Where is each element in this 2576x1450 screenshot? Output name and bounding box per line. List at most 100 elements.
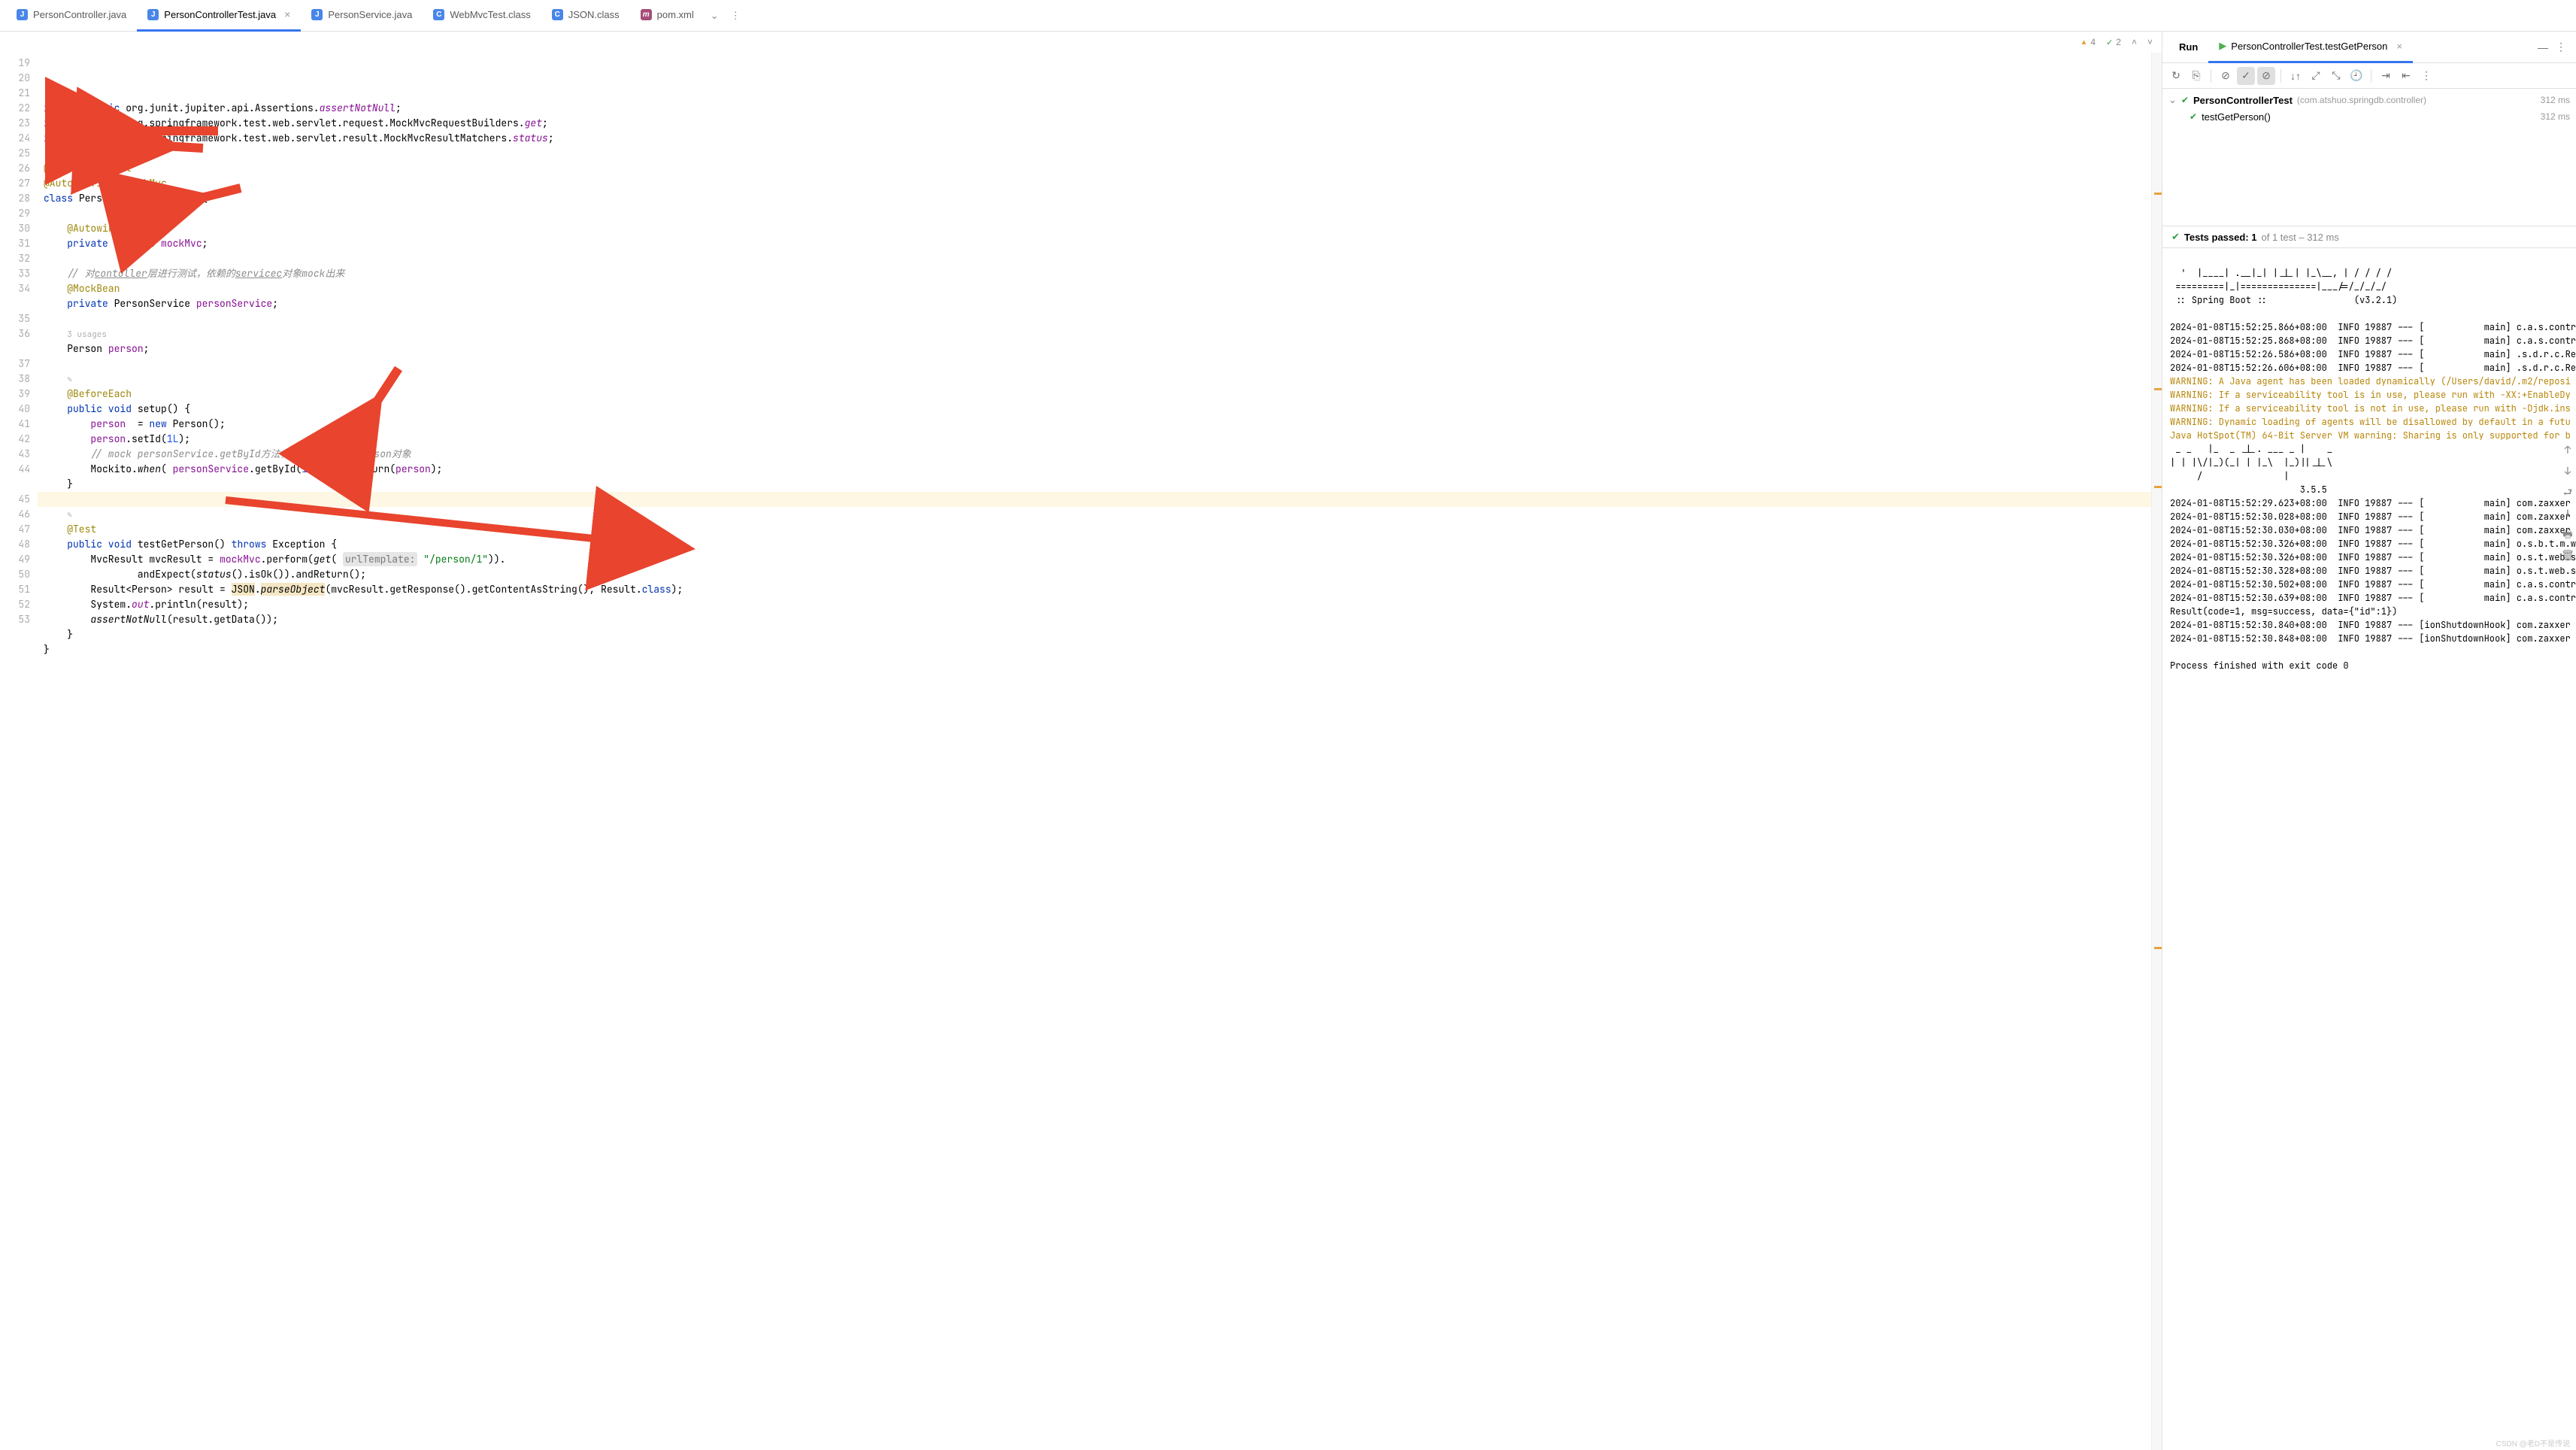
console-side-toolbar: ↑ ↓ ⮐ ⭳ 🖶 🗑 bbox=[2559, 444, 2576, 563]
show-passed-icon[interactable]: ⊘ bbox=[2217, 67, 2235, 85]
file-icon bbox=[147, 9, 159, 20]
code-line[interactable] bbox=[38, 492, 2151, 507]
code-line[interactable]: Result<Person> result = JSON.parseObject… bbox=[38, 582, 2151, 597]
tabs-more-icon[interactable]: ⋮ bbox=[725, 10, 747, 22]
test-status-bar: ✔ Tests passed: 1 of 1 test – 312 ms bbox=[2162, 226, 2576, 248]
watermark: CSDN @老D不是传说 bbox=[2496, 1437, 2571, 1448]
settings-icon[interactable]: ⋮ bbox=[2417, 67, 2435, 85]
show-ignored-icon[interactable]: ⊘ bbox=[2257, 67, 2275, 85]
file-tab[interactable]: PersonController.java bbox=[6, 0, 137, 32]
pass-icon: ✔ bbox=[2171, 231, 2180, 243]
file-tab[interactable]: PersonService.java bbox=[301, 0, 423, 32]
minimize-icon[interactable]: — bbox=[2534, 38, 2552, 56]
code-line[interactable]: @MockBean bbox=[38, 281, 2151, 296]
code-line[interactable]: public void setup() { bbox=[38, 402, 2151, 417]
collapse-all-icon[interactable]: ⤡ bbox=[2327, 67, 2345, 85]
tabs-dropdown-icon[interactable]: ⌄ bbox=[705, 10, 725, 22]
code-line[interactable]: import static org.junit.jupiter.api.Asse… bbox=[38, 101, 2151, 116]
file-tab[interactable]: pom.xml bbox=[630, 0, 705, 32]
code-line[interactable]: @BeforeEach bbox=[38, 387, 2151, 402]
editor-pane: 4 2 ˄ ˅ 192021222324▶2526272829303132333… bbox=[0, 32, 2162, 1450]
file-tab[interactable]: JSON.class bbox=[541, 0, 630, 32]
run-tool-label[interactable]: Run bbox=[2168, 32, 2208, 63]
code-line[interactable]: } bbox=[38, 627, 2151, 642]
file-tab[interactable]: WebMvcTest.class bbox=[423, 0, 541, 32]
code-line[interactable]: } bbox=[38, 477, 2151, 492]
run-icon: ▶ bbox=[2219, 40, 2226, 52]
code-line[interactable]: ✎ bbox=[38, 507, 2151, 522]
code-line[interactable] bbox=[38, 86, 2151, 101]
code-line[interactable]: class PersonControllerTest { bbox=[38, 191, 2151, 206]
close-icon[interactable]: × bbox=[2396, 41, 2402, 52]
clear-icon[interactable]: 🗑 bbox=[2561, 549, 2574, 563]
close-icon[interactable]: × bbox=[284, 8, 290, 20]
error-stripe[interactable] bbox=[2151, 53, 2162, 1450]
chevron-down-icon: ⌄ bbox=[2168, 94, 2177, 106]
code-line[interactable]: person.setId(1L); bbox=[38, 432, 2151, 447]
test-method-row[interactable]: ✔ testGetPerson() 312 ms bbox=[2168, 108, 2570, 125]
line-number-gutter[interactable]: 192021222324▶252627282930313233343536373… bbox=[0, 53, 38, 1450]
print-icon[interactable]: 🖶 bbox=[2562, 528, 2572, 541]
code-line[interactable] bbox=[38, 146, 2151, 161]
pass-icon: ✔ bbox=[2181, 95, 2189, 105]
code-line[interactable]: } bbox=[38, 642, 2151, 657]
code-editor[interactable]: import static org.junit.jupiter.api.Asse… bbox=[38, 53, 2151, 1450]
code-line[interactable]: andExpect(status().isOk()).andReturn(); bbox=[38, 567, 2151, 582]
code-line[interactable]: MvcResult mvcResult = mockMvc.perform(ge… bbox=[38, 552, 2151, 567]
code-line[interactable]: assertNotNull(result.getData()); bbox=[38, 612, 2151, 627]
code-line[interactable]: import static org.springframework.test.w… bbox=[38, 131, 2151, 146]
code-line[interactable]: Person person; bbox=[38, 341, 2151, 356]
inspection-ok-badge[interactable]: 2 bbox=[2106, 37, 2121, 47]
code-line[interactable] bbox=[38, 251, 2151, 266]
test-toolbar: ↻ ⎘ ⊘ ✓ ⊘ ↓↑ ⤢ ⤡ 🕘 ⇥ ⇤ ⋮ bbox=[2162, 63, 2576, 89]
export-icon[interactable]: ⇤ bbox=[2397, 67, 2415, 85]
code-line[interactable]: @Test bbox=[38, 522, 2151, 537]
test-tree[interactable]: ⌄ ✔ PersonControllerTest (com.atshuo.spr… bbox=[2162, 89, 2576, 128]
tab-label: PersonService.java bbox=[328, 9, 412, 20]
code-line[interactable]: @SpringBootTest bbox=[38, 161, 2151, 176]
soft-wrap-icon[interactable]: ⮐ bbox=[2563, 486, 2573, 499]
expand-all-icon[interactable]: ⤢ bbox=[2307, 67, 2325, 85]
code-line[interactable]: @AutoConfigureMockMvc bbox=[38, 176, 2151, 191]
scroll-up-icon[interactable]: ↑ bbox=[2565, 444, 2571, 457]
file-icon bbox=[17, 9, 28, 20]
code-line[interactable]: Mockito.when( personService.getById(1L))… bbox=[38, 462, 2151, 477]
console-output[interactable]: ' |____| .__|_| |_|_| |_\__, | / / / / =… bbox=[2162, 248, 2576, 1450]
code-line[interactable]: import static org.springframework.test.w… bbox=[38, 116, 2151, 131]
file-icon bbox=[641, 9, 652, 20]
show-passed-toggle-icon[interactable]: ✓ bbox=[2237, 67, 2255, 85]
inspection-warning-badge[interactable]: 4 bbox=[2080, 37, 2096, 47]
tab-label: WebMvcTest.class bbox=[450, 9, 530, 20]
code-line[interactable]: private MockMvc mockMvc; bbox=[38, 236, 2151, 251]
import-icon[interactable]: ⇥ bbox=[2377, 67, 2395, 85]
pass-icon: ✔ bbox=[2190, 111, 2197, 122]
code-line[interactable]: // 对contoller层进行测试，依赖的servicec对象mock出来 bbox=[38, 266, 2151, 281]
file-icon bbox=[433, 9, 444, 20]
inspection-nav-down-icon[interactable]: ˅ bbox=[2147, 37, 2153, 47]
sort-icon[interactable]: ↓↑ bbox=[2287, 67, 2305, 85]
code-line[interactable] bbox=[38, 311, 2151, 326]
file-tab[interactable]: PersonControllerTest.java× bbox=[137, 0, 301, 32]
code-line[interactable]: public void testGetPerson() throws Excep… bbox=[38, 537, 2151, 552]
code-line[interactable] bbox=[38, 356, 2151, 372]
code-line[interactable]: System.out.println(result); bbox=[38, 597, 2151, 612]
code-line[interactable]: 3 usages bbox=[38, 326, 2151, 341]
toggle-auto-icon[interactable]: ⎘ bbox=[2187, 67, 2205, 85]
code-line[interactable]: ✎ bbox=[38, 372, 2151, 387]
tab-label: PersonController.java bbox=[33, 9, 126, 20]
editor-tabs: PersonController.java PersonControllerTes… bbox=[0, 0, 2576, 32]
code-line[interactable]: private PersonService personService; bbox=[38, 296, 2151, 311]
history-icon[interactable]: 🕘 bbox=[2347, 67, 2365, 85]
code-line[interactable]: // mock personService.getById方法，当id为1时返回… bbox=[38, 447, 2151, 462]
inspection-nav-up-icon[interactable]: ˄ bbox=[2132, 37, 2137, 47]
code-line[interactable]: @Autowired bbox=[38, 221, 2151, 236]
more-menu-icon[interactable]: ⋮ bbox=[2552, 38, 2570, 56]
run-config-tab[interactable]: ▶ PersonControllerTest.testGetPerson × bbox=[2208, 32, 2413, 63]
test-root-row[interactable]: ⌄ ✔ PersonControllerTest (com.atshuo.spr… bbox=[2168, 92, 2570, 108]
code-line[interactable]: person = new Person(); bbox=[38, 417, 2151, 432]
code-line[interactable] bbox=[38, 206, 2151, 221]
scroll-down-icon[interactable]: ↓ bbox=[2565, 465, 2571, 478]
rerun-icon[interactable]: ↻ bbox=[2167, 67, 2185, 85]
tests-passed-detail: of 1 test – 312 ms bbox=[2262, 232, 2339, 243]
scroll-to-end-icon[interactable]: ⭳ bbox=[2566, 507, 2570, 520]
